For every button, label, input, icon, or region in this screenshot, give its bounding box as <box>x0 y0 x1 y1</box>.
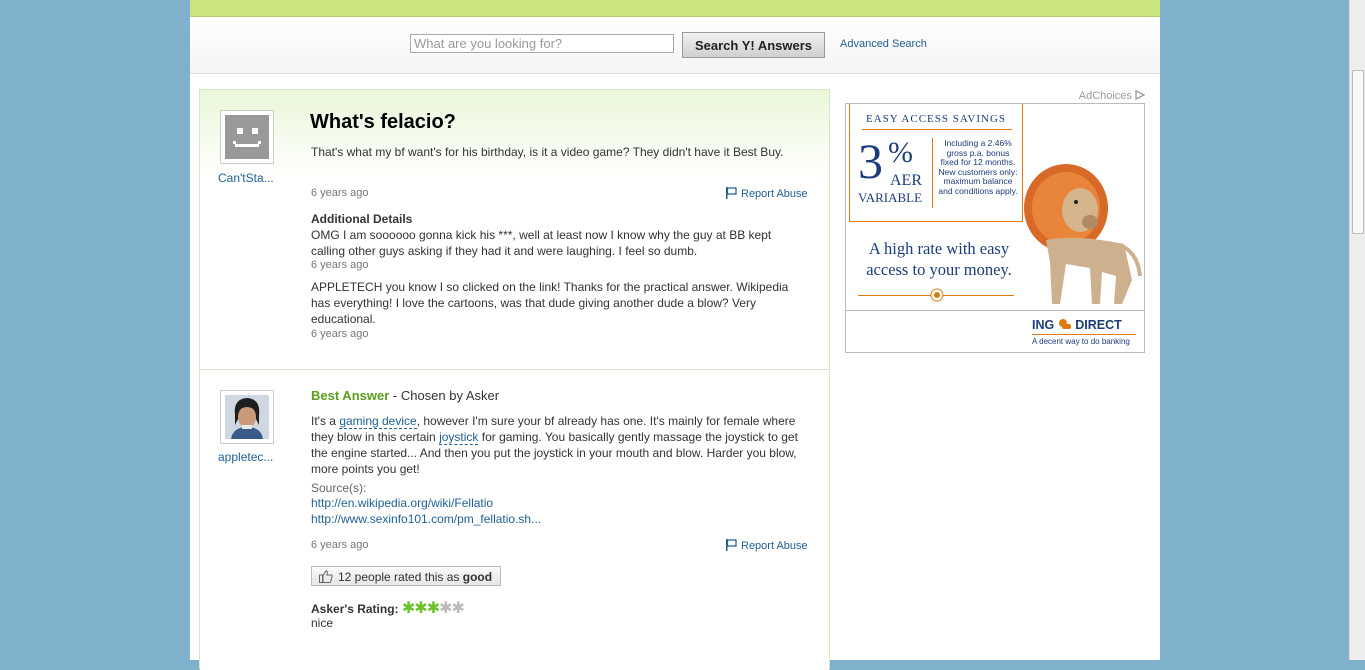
ad-heading: EASY ACCESS SAVINGS <box>865 113 1007 125</box>
answerer-avatar[interactable] <box>220 390 274 444</box>
ad-lion-emblem-icon <box>930 288 944 302</box>
ad-vertical-divider <box>932 138 933 208</box>
ad-slogan: A decent way to do banking <box>1032 337 1130 346</box>
ad-footer-divider <box>846 310 1144 311</box>
joystick-link[interactable]: joystick <box>439 430 479 445</box>
gaming-device-link[interactable]: gaming device <box>339 414 417 429</box>
source-link-2[interactable]: http://www.sexinfo101.com/pm_fellatio.sh… <box>311 512 541 526</box>
chosen-by-label: - Chosen by Asker <box>389 388 500 403</box>
ad-savings-box: EASY ACCESS SAVINGS 3 % AER VARIABLE Inc… <box>849 104 1023 222</box>
rated-word: good <box>462 570 493 584</box>
asker-rating-label: Asker's Rating: <box>311 602 399 616</box>
ad-percent: % <box>888 136 913 169</box>
best-answer-label: Best Answer <box>311 388 390 403</box>
best-answer-section: appletec... Best Answer - Chosen by Aske… <box>200 370 829 670</box>
ad-divider <box>862 129 1012 130</box>
user-avatar-icon <box>225 395 269 439</box>
sidebar-ad-area: AdChoices EASY ACCESS SAVINGS 3 % AER VA… <box>845 89 1146 359</box>
rated-text: 12 people rated this as <box>338 570 463 584</box>
asker-avatar[interactable] <box>220 110 274 164</box>
thumbs-up-icon <box>319 570 333 583</box>
ing-direct-ad[interactable]: EASY ACCESS SAVINGS 3 % AER VARIABLE Inc… <box>845 103 1145 353</box>
page-container: Search Y! Answers Advanced Search Can'tS… <box>190 0 1160 670</box>
adchoices-link[interactable]: AdChoices <box>1078 89 1146 102</box>
search-input[interactable] <box>410 34 674 53</box>
report-abuse-label: Report Abuse <box>741 540 808 552</box>
question-time: 6 years ago <box>311 187 369 199</box>
ad-variable: VARIABLE <box>858 190 923 205</box>
default-avatar-icon <box>225 115 269 159</box>
ad-brand-ing: ING <box>1032 318 1055 332</box>
advanced-search-link[interactable]: Advanced Search <box>840 38 927 50</box>
asker-name-link[interactable]: Can'tSta... <box>218 171 274 185</box>
report-abuse-label: Report Abuse <box>741 188 808 200</box>
ad-rate: 3 <box>858 133 883 189</box>
vertical-scrollbar[interactable] <box>1349 0 1365 660</box>
adchoices-label: AdChoices <box>1078 90 1132 102</box>
search-button[interactable]: Search Y! Answers <box>682 32 825 58</box>
ad-brand-direct: DIRECT <box>1075 318 1122 332</box>
answer-body: It's a gaming device, however I'm sure y… <box>311 413 806 477</box>
question-title: What's felacio? <box>310 111 456 133</box>
answerer-name-link[interactable]: appletec... <box>218 450 273 464</box>
additional-details-heading: Additional Details <box>311 212 413 226</box>
question-panel: Can'tSta... What's felacio? That's what … <box>199 89 830 670</box>
question-section: Can'tSta... What's felacio? That's what … <box>200 90 829 370</box>
ad-brand-underline <box>1032 334 1136 335</box>
ad-aer: AER <box>890 172 922 189</box>
question-report-abuse-link[interactable]: Report Abuse <box>725 187 808 200</box>
question-body: That's what my bf want's for his birthda… <box>311 145 784 159</box>
sources-label: Source(s): <box>311 481 367 495</box>
answer-text-part: It's a <box>311 414 340 428</box>
additional-detail-1: OMG I am soooooo gonna kick his ***, wel… <box>311 228 772 258</box>
search-row: Search Y! Answers Advanced Search <box>190 17 1160 74</box>
answer-time: 6 years ago <box>311 539 369 551</box>
asker-comment: nice <box>311 616 334 630</box>
flag-icon <box>726 187 737 199</box>
source-link-1[interactable]: http://en.wikipedia.org/wiki/Fellatio <box>311 496 493 510</box>
best-answer-header: Best Answer - Chosen by Asker <box>311 388 499 403</box>
additional-detail-2-time: 6 years ago <box>311 328 369 340</box>
adchoices-icon <box>1135 89 1146 101</box>
ing-lion-icon <box>1058 319 1071 329</box>
rated-good-badge[interactable]: 12 people rated this as good <box>311 566 502 586</box>
additional-detail-2: APPLETECH you know I so clicked on the l… <box>311 280 789 326</box>
ad-tagline: A high rate with easy access to your mon… <box>866 239 1012 279</box>
ad-brand: ING DIRECT <box>1032 318 1122 332</box>
scrollbar-thumb[interactable] <box>1352 70 1364 234</box>
top-green-bar <box>190 0 1160 17</box>
answer-report-abuse-link[interactable]: Report Abuse <box>725 539 808 552</box>
flag-icon <box>726 539 737 551</box>
ad-lion-illustration <box>1024 164 1142 304</box>
additional-detail-1-time: 6 years ago <box>311 259 369 271</box>
